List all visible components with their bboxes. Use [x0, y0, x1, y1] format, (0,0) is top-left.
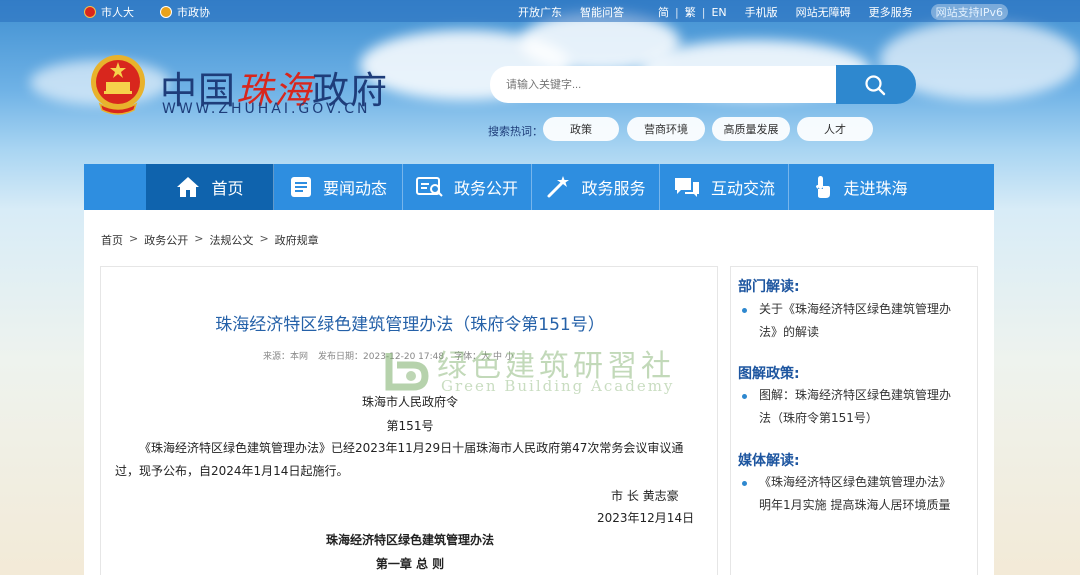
link-npc[interactable]: 市人大	[84, 4, 134, 20]
nav-spacer	[84, 164, 146, 210]
search-input[interactable]	[490, 66, 840, 103]
sign-date: 2023年12月14日	[597, 511, 695, 525]
news-list-icon	[290, 177, 311, 197]
nav-about-zhuhai[interactable]: 走进珠海	[789, 164, 930, 210]
bullet-icon	[742, 308, 747, 313]
hot-tag-policy[interactable]: 政策	[543, 117, 619, 141]
hot-words-label: 搜索热词：	[488, 125, 543, 138]
nav-gov-affairs[interactable]: 政务公开	[403, 164, 532, 210]
breadcrumb-regulations[interactable]: 法规公文	[209, 232, 253, 248]
watermark-chinese: 绿色建筑研習社	[437, 349, 675, 384]
bullet-icon	[742, 394, 747, 399]
sidebar-link-graphic-policy[interactable]: 图解：珠海经济特区绿色建筑管理办 法（珠府令第151号）	[759, 384, 971, 430]
link-open-guangdong[interactable]: 开放广东	[518, 4, 562, 20]
nav-home[interactable]: 首页	[146, 164, 274, 210]
divider: |	[675, 5, 679, 19]
article-container: 珠海经济特区绿色建筑管理办法（珠府令第151号） 来源：本网 发布日期：2023…	[100, 266, 718, 575]
search-icon	[865, 75, 886, 96]
magic-wand-icon	[547, 176, 570, 198]
article-meta: 来源：本网 发布日期：2023-12-20 17:48 字体：大 中 小	[263, 349, 514, 362]
meta-font-size[interactable]: 字体：大 中 小	[454, 349, 514, 362]
main-nav: 首页 要闻动态 政务公开 政务服务 互动交流 走进珠海	[84, 164, 994, 210]
breadcrumb-separator: >	[259, 232, 269, 245]
site-url: WWW.ZHUHAI.GOV.CN	[162, 101, 371, 117]
document-title: 珠海经济特区绿色建筑管理办法	[325, 533, 494, 547]
content-panel: 首页 > 政务公开 > 法规公文 > 政府规章 珠海经济特区绿色建筑管理办法（珠…	[84, 210, 994, 575]
watermark: 绿色建筑研習社 Green Building Academy	[383, 339, 683, 399]
breadcrumb-gov-affairs[interactable]: 政务公开	[144, 232, 188, 248]
order-number: 第151号	[386, 419, 434, 433]
lang-simplified[interactable]: 简	[658, 4, 669, 20]
link-smart-qa[interactable]: 智能问答	[580, 4, 624, 20]
breadcrumb-home[interactable]: 首页	[101, 232, 123, 248]
sidebar-link-media-interpretation[interactable]: 《珠海经济特区绿色建筑管理办法》 明年1月实施 提高珠海人居环境质量	[759, 471, 971, 517]
link-accessibility[interactable]: 网站无障碍	[796, 4, 851, 20]
search-button[interactable]	[836, 65, 916, 104]
link-mobile[interactable]: 手机版	[745, 4, 778, 20]
hot-tag-development[interactable]: 高质量发展	[712, 117, 790, 141]
link-cppcc[interactable]: 市政协	[160, 4, 210, 20]
meta-date: 发布日期：2023-12-20 17:48	[318, 352, 445, 362]
divider: |	[701, 5, 706, 19]
bullet-icon	[742, 481, 747, 486]
issuer-line: 珠海市人民政府令	[361, 395, 458, 409]
breadcrumb-separator: >	[129, 232, 139, 245]
lang-traditional[interactable]: 繁	[685, 4, 696, 20]
document-search-icon	[415, 177, 443, 197]
tap-hand-icon	[816, 176, 831, 198]
sidebar-link-dept-interpretation[interactable]: 关于《珠海经济特区绿色建筑管理办 法》的解读	[759, 298, 971, 344]
nav-news[interactable]: 要闻动态	[274, 164, 403, 210]
sidebar-heading-media: 媒体解读:	[738, 453, 800, 469]
signer: 市 长 黄志豪	[611, 489, 679, 503]
related-sidebar: 部门解读: 关于《珠海经济特区绿色建筑管理办 法》的解读 图解政策: 图解：珠海…	[730, 266, 978, 575]
chapter-heading: 第一章 总 则	[375, 557, 445, 571]
breadcrumb-gov-rules[interactable]: 政府规章	[275, 232, 319, 248]
emblem-icon	[84, 6, 96, 18]
breadcrumb-separator: >	[194, 232, 204, 245]
nav-interaction[interactable]: 互动交流	[660, 164, 789, 210]
home-icon	[177, 177, 200, 197]
body-text: 《珠海经济特区绿色建筑管理办法》已经2023年11月29日十届珠海市人民政府第4…	[139, 441, 684, 455]
hot-tag-talent[interactable]: 人才	[797, 117, 873, 141]
link-more-services[interactable]: 更多服务	[869, 4, 913, 20]
nav-gov-services[interactable]: 政务服务	[532, 164, 660, 210]
article-title: 珠海经济特区绿色建筑管理办法（珠府令第151号）	[215, 315, 605, 335]
chat-bubble-icon	[674, 178, 699, 197]
top-bar: 市人大 市政协 开放广东 智能问答 简 | 繁 | EN 手机版 网站无障碍 更多服…	[0, 0, 1080, 22]
ipv6-badge: 网站支持IPv6	[930, 4, 1009, 20]
lang-english[interactable]: EN	[711, 6, 726, 19]
national-emblem-icon	[91, 55, 145, 115]
meta-source: 来源：本网	[263, 352, 309, 362]
cppcc-emblem-icon	[160, 6, 172, 18]
breadcrumb: 首页 > 政务公开 > 法规公文 > 政府规章	[101, 232, 319, 248]
sidebar-heading-graphic: 图解政策:	[738, 366, 800, 382]
hot-tag-business-env[interactable]: 营商环境	[627, 117, 705, 141]
body-text: 过，现予公布，自2024年1月14日起施行。	[115, 464, 349, 478]
sidebar-heading-dept: 部门解读:	[738, 279, 800, 295]
